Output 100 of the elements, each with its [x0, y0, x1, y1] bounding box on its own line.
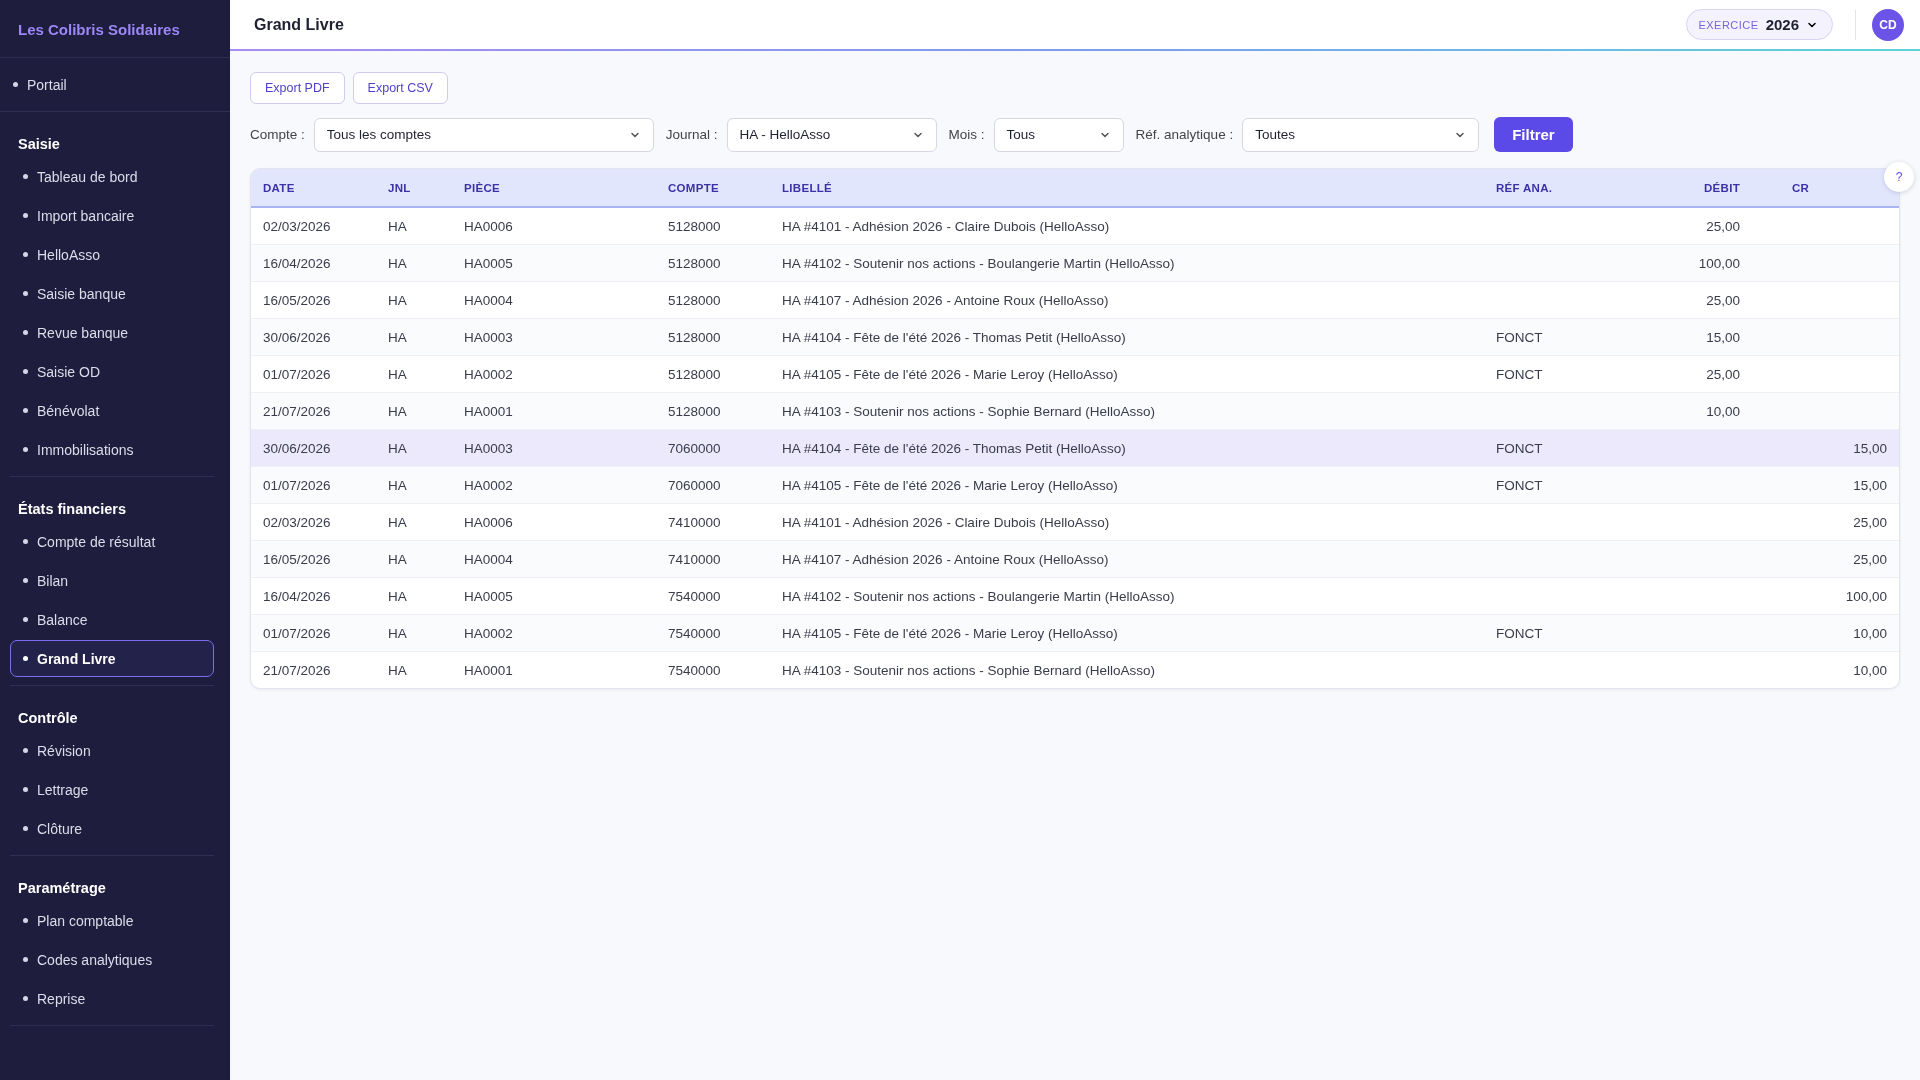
table-cell: 02/03/2026 [263, 218, 331, 234]
nav-item[interactable]: Portail [0, 66, 230, 103]
nav-item[interactable]: Révision [10, 732, 214, 769]
table-cell: 25,00 [1853, 551, 1887, 567]
filter-dropdown[interactable]: Tous les comptes [313, 117, 654, 152]
table-cell: 7410000 [668, 514, 721, 530]
filter-dropdown[interactable]: HA - HelloAsso [726, 117, 937, 152]
nav-item[interactable]: Revue banque [10, 314, 214, 351]
table-cell: FONCT [1496, 366, 1543, 382]
bullet-icon [23, 330, 28, 335]
table-cell: 02/03/2026 [263, 514, 331, 530]
bullet-icon [23, 539, 28, 544]
table-cell: HA #4107 - Adhésion 2026 - Antoine Roux (HelloAsso) [782, 551, 1109, 567]
nav-item[interactable]: Immobilisations [10, 431, 214, 468]
nav-item[interactable]: Balance [10, 601, 214, 638]
bullet-icon [23, 957, 28, 962]
nav-label: Codes analytiques [37, 951, 153, 968]
filter-label: Mois : [948, 127, 985, 142]
table-cell: HA0002 [464, 625, 513, 641]
table-cell: HA0005 [464, 588, 513, 604]
table-cell: HA [388, 255, 407, 271]
table-cell: 5128000 [668, 218, 721, 234]
table-cell: 15,00 [1706, 329, 1740, 345]
nav-item[interactable]: Compte de résultat [10, 523, 214, 560]
bullet-icon [23, 918, 28, 923]
table-cell: HA0002 [464, 477, 513, 493]
bullet-icon [23, 174, 28, 179]
nav-item[interactable]: Reprise [10, 980, 214, 1017]
nav-item[interactable]: Clôture [10, 810, 214, 847]
table-cell: HA [388, 551, 407, 567]
filter-label: Journal : [665, 127, 718, 142]
column-header: PIÈCE [452, 169, 656, 207]
table-cell: HA #4103 - Soutenir nos actions - Sophie Bernard (HelloAsso) [782, 403, 1155, 419]
table-cell: 15,00 [1853, 440, 1887, 456]
column-header: LIBELLÉ [770, 169, 1484, 207]
page-title: Grand Livre [254, 15, 345, 34]
table-cell: HA0006 [464, 218, 513, 234]
bullet-icon [23, 656, 28, 661]
bullet-icon [13, 82, 18, 87]
bullet-icon [23, 578, 28, 583]
column-header: DÉBIT [1628, 169, 1752, 207]
nav-label: Bénévolat [37, 402, 100, 419]
nav-item[interactable]: Lettrage [10, 771, 214, 808]
table-cell: 15,00 [1853, 477, 1887, 493]
nav-label: Plan comptable [37, 912, 134, 929]
column-header: DATE [251, 169, 376, 207]
nav-label: Revue banque [37, 324, 129, 341]
table-cell: HA [388, 218, 407, 234]
nav-item[interactable]: Import bancaire [10, 197, 214, 234]
table-cell: 7060000 [668, 477, 721, 493]
table-cell: HA #4104 - Fête de l'été 2026 - Thomas Petit (HelloAsso) [782, 329, 1126, 345]
table-cell: HA0003 [464, 440, 513, 456]
nav-label: Grand Livre [37, 650, 116, 667]
nav-label: Tableau de bord [37, 168, 138, 185]
table-cell: HA #4102 - Soutenir nos actions - Boulangerie Martin (HelloAsso) [782, 588, 1175, 604]
user-avatar[interactable]: CD [1872, 8, 1904, 41]
table-cell: 7060000 [668, 440, 721, 456]
table-cell: 16/05/2026 [263, 551, 331, 567]
table-cell: HA [388, 625, 407, 641]
filter-dropdown[interactable]: Tous [993, 117, 1124, 152]
table-cell: 01/07/2026 [263, 477, 331, 493]
nav-item[interactable]: Codes analytiques [10, 941, 214, 978]
nav-label: Révision [37, 742, 91, 759]
nav-item[interactable]: Saisie banque [10, 275, 214, 312]
section-heading: Saisie [18, 136, 61, 152]
table-cell: HA #4105 - Fête de l'été 2026 - Marie Leroy (HelloAsso) [782, 366, 1118, 382]
table-cell: HA0006 [464, 514, 513, 530]
table-cell: HA [388, 292, 407, 308]
nav-item[interactable]: Saisie OD [10, 353, 214, 390]
table-cell: HA #4101 - Adhésion 2026 - Claire Dubois (HelloAsso) [782, 218, 1110, 234]
section-heading: Contrôle [18, 710, 79, 726]
nav-label: Import bancaire [37, 207, 135, 224]
nav-item[interactable]: Grand Livre [10, 640, 214, 677]
nav-item[interactable]: Tableau de bord [10, 158, 214, 195]
table-cell: HA #4101 - Adhésion 2026 - Claire Dubois (HelloAsso) [782, 514, 1110, 530]
filter-button[interactable]: Filtrer [1494, 117, 1573, 152]
bullet-icon [23, 996, 28, 1001]
bullet-icon [23, 252, 28, 257]
bullet-icon [23, 617, 28, 622]
table-cell: 21/07/2026 [263, 662, 331, 678]
bullet-icon [23, 369, 28, 374]
export-button[interactable]: Export CSV [352, 72, 448, 104]
year-selector[interactable]: EXERCICE 2026 [1686, 9, 1833, 40]
table-cell: HA0002 [464, 366, 513, 382]
table-cell: HA #4105 - Fête de l'été 2026 - Marie Leroy (HelloAsso) [782, 625, 1118, 641]
bullet-icon [23, 826, 28, 831]
filter-dropdown[interactable]: Toutes [1242, 117, 1480, 152]
nav-item[interactable]: HelloAsso [10, 236, 214, 273]
export-button[interactable]: Export PDF [250, 72, 345, 104]
bullet-icon [23, 787, 28, 792]
filter-label: Compte : [250, 127, 305, 142]
section-heading: Paramétrage [18, 880, 107, 896]
nav-item[interactable]: Bilan [10, 562, 214, 599]
table-cell: FONCT [1496, 477, 1543, 493]
nav-item[interactable]: Plan comptable [10, 902, 214, 939]
table-cell: HA0001 [464, 662, 513, 678]
table-cell: 7540000 [668, 662, 721, 678]
nav-label: Clôture [37, 820, 83, 837]
nav-item[interactable]: Bénévolat [10, 392, 214, 429]
table-cell: 25,00 [1706, 292, 1740, 308]
